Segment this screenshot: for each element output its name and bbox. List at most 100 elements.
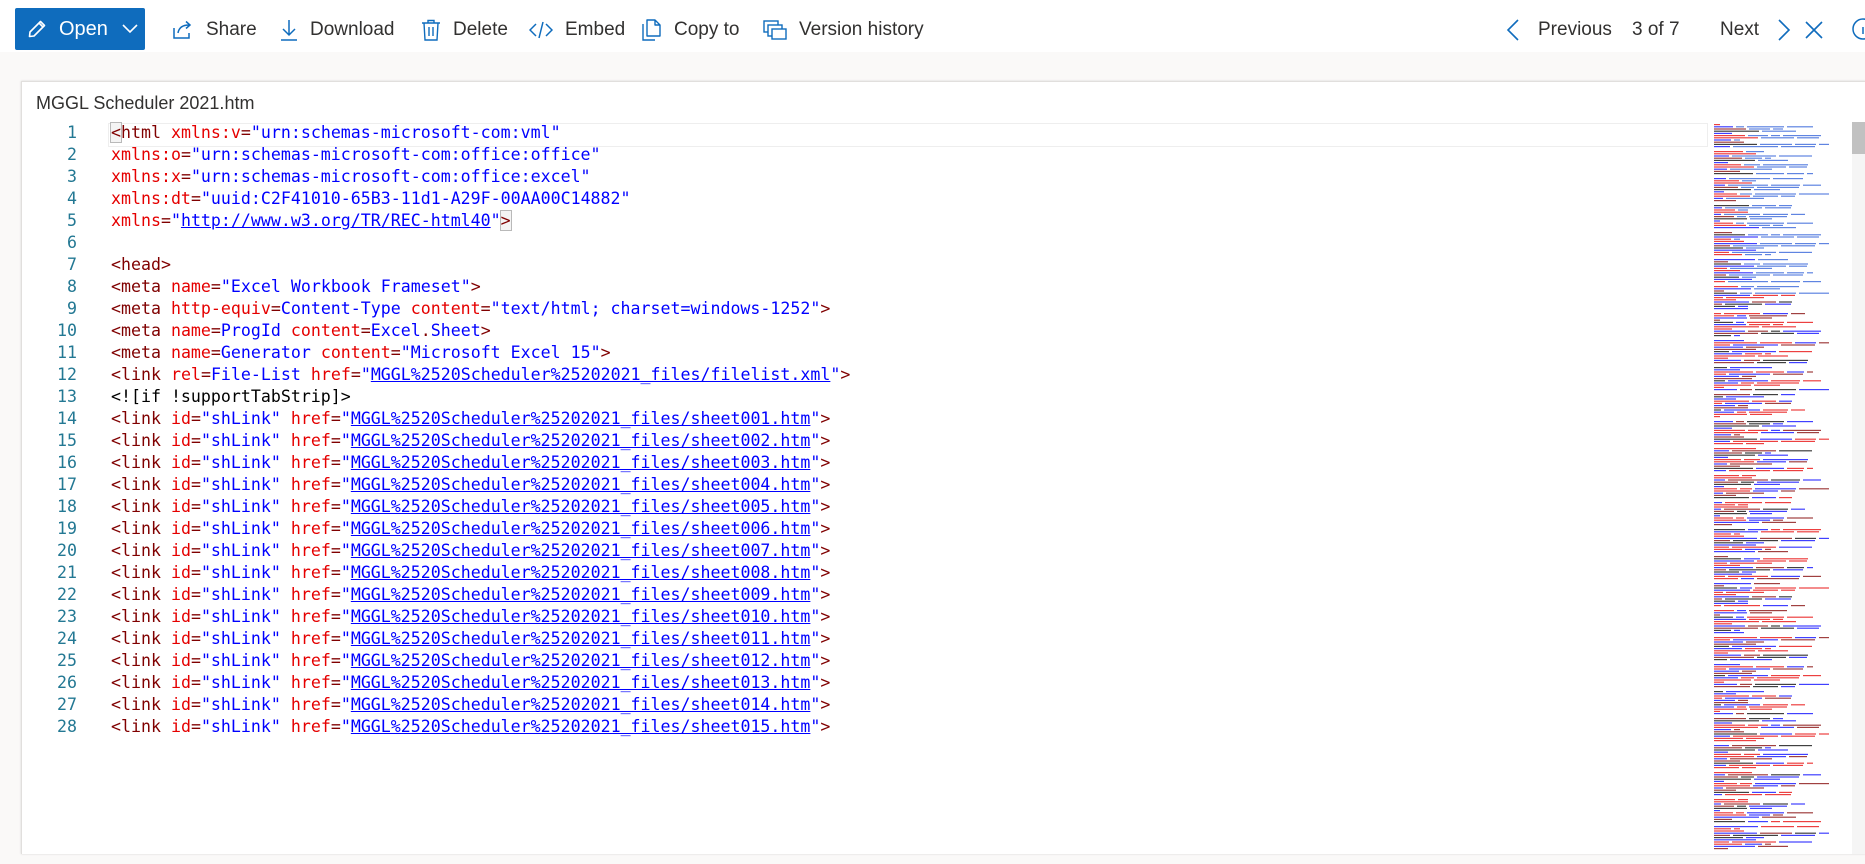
code-link[interactable]: MGGL%2520Scheduler%25202021_files/sheet0… — [351, 475, 811, 494]
code-minimap[interactable] — [1712, 122, 1832, 854]
code-link[interactable]: MGGL%2520Scheduler%25202021_files/sheet0… — [351, 409, 811, 428]
minimap-mark — [1781, 440, 1815, 442]
code-link[interactable]: MGGL%2520Scheduler%25202021_files/sheet0… — [351, 629, 811, 648]
info-icon[interactable] — [1851, 17, 1865, 41]
code-link[interactable]: MGGL%2520Scheduler%25202021_files/sheet0… — [351, 673, 811, 692]
code-token: "shLink" — [200, 651, 291, 670]
code-token: > — [820, 717, 831, 736]
chevron-down-icon[interactable] — [122, 24, 138, 34]
minimap-mark — [1733, 245, 1778, 247]
minimap-mark — [1783, 429, 1821, 431]
code-link[interactable]: MGGL%2520Scheduler%25202021_files/sheet0… — [351, 717, 811, 736]
code-token: <link — [111, 629, 171, 648]
minimap-mark — [1714, 355, 1755, 357]
minimap-mark — [1765, 353, 1771, 355]
minimap-mark — [1771, 575, 1800, 577]
code-token: id — [170, 717, 191, 736]
minimap-mark — [1741, 186, 1754, 188]
minimap-mark — [1747, 517, 1784, 519]
minimap-mark — [1765, 254, 1771, 256]
minimap-mark — [1714, 197, 1723, 199]
vertical-scrollbar[interactable] — [1852, 122, 1865, 854]
minimap-mark — [1714, 745, 1729, 747]
code-link[interactable]: MGGL%2520Scheduler%25202021_files/sheet0… — [351, 453, 811, 472]
code-token: id — [170, 629, 191, 648]
code-token: name — [170, 277, 211, 296]
minimap-mark — [1714, 816, 1759, 818]
minimap-mark — [1783, 234, 1821, 236]
code-link[interactable]: MGGL%2520Scheduler%25202021_files/sheet0… — [351, 431, 811, 450]
embed-button[interactable]: Embed — [529, 13, 625, 47]
code-link[interactable]: http://www.w3.org/TR/REC-html40 — [181, 211, 491, 230]
minimap-mark — [1741, 776, 1754, 778]
minimap-mark — [1714, 664, 1740, 666]
minimap-mark — [1771, 821, 1780, 823]
minimap-mark — [1714, 702, 1748, 704]
minimap-mark — [1714, 772, 1752, 774]
minimap-mark — [1738, 305, 1748, 307]
minimap-mark — [1757, 186, 1799, 188]
code-link[interactable]: MGGL%2520Scheduler%25202021_files/sheet0… — [351, 607, 811, 626]
download-button[interactable]: Download — [280, 13, 395, 47]
code-token: href — [290, 651, 331, 670]
code-token: = — [330, 519, 341, 538]
minimap-mark — [1752, 695, 1776, 697]
code-token: " — [340, 717, 351, 736]
minimap-mark — [1714, 348, 1756, 350]
next-button[interactable]: Next — [1720, 13, 1791, 47]
minimap-mark — [1754, 483, 1780, 485]
minimap-mark — [1758, 845, 1788, 847]
minimap-mark — [1781, 639, 1815, 641]
version-history-button[interactable]: Version history — [763, 13, 924, 47]
minimap-mark — [1714, 654, 1741, 656]
code-link[interactable]: MGGL%2520Scheduler%25202021_files/sheet0… — [351, 541, 811, 560]
code-token: = — [210, 277, 221, 296]
code-token: "shLink" — [200, 475, 291, 494]
minimap-mark — [1736, 321, 1744, 323]
minimap-mark — [1714, 686, 1750, 688]
minimap-mark — [1714, 670, 1739, 672]
code-token: <meta — [111, 343, 171, 362]
open-button[interactable]: Open — [15, 8, 145, 50]
code-token: "shLink" — [200, 431, 291, 450]
minimap-mark — [1741, 677, 1754, 679]
code-link[interactable]: MGGL%2520Scheduler%25202021_files/sheet0… — [351, 651, 811, 670]
code-link[interactable]: MGGL%2520Scheduler%25202021_files/sheet0… — [351, 497, 811, 516]
minimap-mark — [1781, 834, 1815, 836]
minimap-mark — [1714, 436, 1744, 438]
minimap-mark — [1803, 675, 1821, 677]
minimap-mark — [1726, 591, 1764, 593]
delete-button[interactable]: Delete — [421, 13, 508, 47]
minimap-mark — [1799, 193, 1829, 195]
code-link[interactable]: MGGL%2520Scheduler%25202021_files/sheet0… — [351, 563, 811, 582]
minimap-mark — [1799, 587, 1829, 589]
minimap-mark — [1754, 679, 1780, 681]
minimap-mark — [1714, 373, 1726, 375]
code-token: = — [330, 431, 341, 450]
copy-to-button[interactable]: Copy to — [642, 13, 739, 47]
minimap-mark — [1749, 324, 1770, 326]
previous-button[interactable]: Previous — [1506, 13, 1612, 47]
minimap-mark — [1725, 794, 1762, 796]
version-history-icon — [763, 20, 787, 40]
minimap-mark — [1771, 774, 1800, 776]
code-token: = — [190, 607, 201, 626]
minimap-mark — [1714, 405, 1735, 407]
code-link[interactable]: MGGL%2520Scheduler%25202021_files/sheet0… — [351, 519, 811, 538]
code-editor[interactable]: 1 <html xmlns:v="urn:schemas-microsoft-co… — [22, 122, 1865, 854]
minimap-mark — [1749, 315, 1787, 317]
minimap-mark — [1728, 380, 1768, 382]
minimap-mark — [1714, 240, 1744, 242]
scrollbar-thumb[interactable] — [1852, 122, 1865, 154]
code-link[interactable]: MGGL%2520Scheduler%25202021_files/sheet0… — [351, 695, 811, 714]
code-link[interactable]: MGGL%2520Scheduler%25202021_files/sheet0… — [351, 585, 811, 604]
minimap-mark — [1797, 137, 1819, 139]
minimap-mark — [1753, 785, 1778, 787]
share-button[interactable]: Share — [172, 13, 257, 47]
code-token: <link — [111, 431, 171, 450]
close-icon[interactable] — [1804, 20, 1824, 40]
minimap-mark — [1757, 656, 1786, 658]
minimap-mark — [1754, 288, 1780, 290]
minimap-mark — [1714, 648, 1742, 650]
code-link[interactable]: MGGL%2520Scheduler%25202021_files/fileli… — [371, 365, 831, 384]
